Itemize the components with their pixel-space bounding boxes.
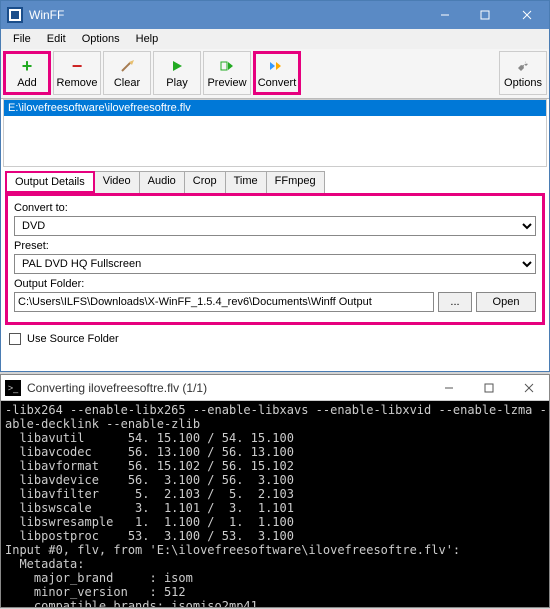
winff-titlebar[interactable]: WinFF [1,1,549,29]
options-label: Options [504,77,542,89]
use-source-folder-row: Use Source Folder [1,325,549,353]
output-folder-label: Output Folder: [14,278,536,290]
clear-label: Clear [114,77,140,89]
file-list-item[interactable]: E:\ilovefreesoftware\ilovefreesoftre.flv [4,100,546,116]
menu-edit[interactable]: Edit [39,31,74,47]
browse-button[interactable]: ... [438,292,472,312]
minus-icon: − [68,57,86,75]
open-folder-button[interactable]: Open [476,292,536,312]
preset-label: Preset: [14,240,536,252]
console-output[interactable]: -libx264 --enable-libx265 --enable-libxa… [1,401,549,607]
preview-button[interactable]: Preview [203,51,251,95]
console-maximize-button[interactable] [469,375,509,401]
broom-icon [118,57,136,75]
play-label: Play [166,77,187,89]
output-folder-input[interactable] [14,292,434,312]
output-details-panel: Convert to: DVD Preset: PAL DVD HQ Fulls… [5,193,545,325]
tab-ffmpeg[interactable]: FFmpeg [266,171,325,193]
console-title: Converting ilovefreesoftre.flv (1/1) [27,381,429,395]
window-title: WinFF [29,8,425,22]
file-list[interactable]: E:\ilovefreesoftware\ilovefreesoftre.flv [3,99,547,167]
options-button[interactable]: Options [499,51,547,95]
use-source-folder-checkbox[interactable] [9,333,21,345]
tab-audio[interactable]: Audio [139,171,185,193]
add-button[interactable]: + Add [3,51,51,95]
add-label: Add [17,77,37,89]
winff-window: WinFF File Edit Options Help + Add − Rem… [0,0,550,372]
clear-button[interactable]: Clear [103,51,151,95]
play-icon [168,57,186,75]
remove-label: Remove [57,77,98,89]
terminal-icon: >_ [5,380,21,396]
tab-time[interactable]: Time [225,171,267,193]
menu-file[interactable]: File [5,31,39,47]
menu-options[interactable]: Options [74,31,128,47]
preview-icon [218,57,236,75]
convert-icon [268,57,286,75]
menubar: File Edit Options Help [1,29,549,49]
console-titlebar[interactable]: >_ Converting ilovefreesoftre.flv (1/1) [1,375,549,401]
menu-help[interactable]: Help [128,31,167,47]
preview-label: Preview [207,77,246,89]
convert-button[interactable]: Convert [253,51,301,95]
tab-row: Output Details Video Audio Crop Time FFm… [1,171,549,193]
console-close-button[interactable] [509,375,549,401]
console-minimize-button[interactable] [429,375,469,401]
minimize-button[interactable] [425,1,465,29]
convert-to-select[interactable]: DVD [14,216,536,236]
convert-label: Convert [258,77,297,89]
tab-crop[interactable]: Crop [184,171,226,193]
use-source-folder-label: Use Source Folder [27,333,119,345]
remove-button[interactable]: − Remove [53,51,101,95]
tab-video[interactable]: Video [94,171,140,193]
preset-select[interactable]: PAL DVD HQ Fullscreen [14,254,536,274]
play-button[interactable]: Play [153,51,201,95]
wrench-icon [514,57,532,75]
console-window: >_ Converting ilovefreesoftre.flv (1/1) … [0,374,550,608]
convert-to-label: Convert to: [14,202,536,214]
app-icon [7,7,23,23]
close-button[interactable] [505,1,549,29]
plus-icon: + [18,57,36,75]
tab-output-details[interactable]: Output Details [5,171,95,193]
toolbar: + Add − Remove Clear Play Preview Conver… [1,49,549,99]
maximize-button[interactable] [465,1,505,29]
